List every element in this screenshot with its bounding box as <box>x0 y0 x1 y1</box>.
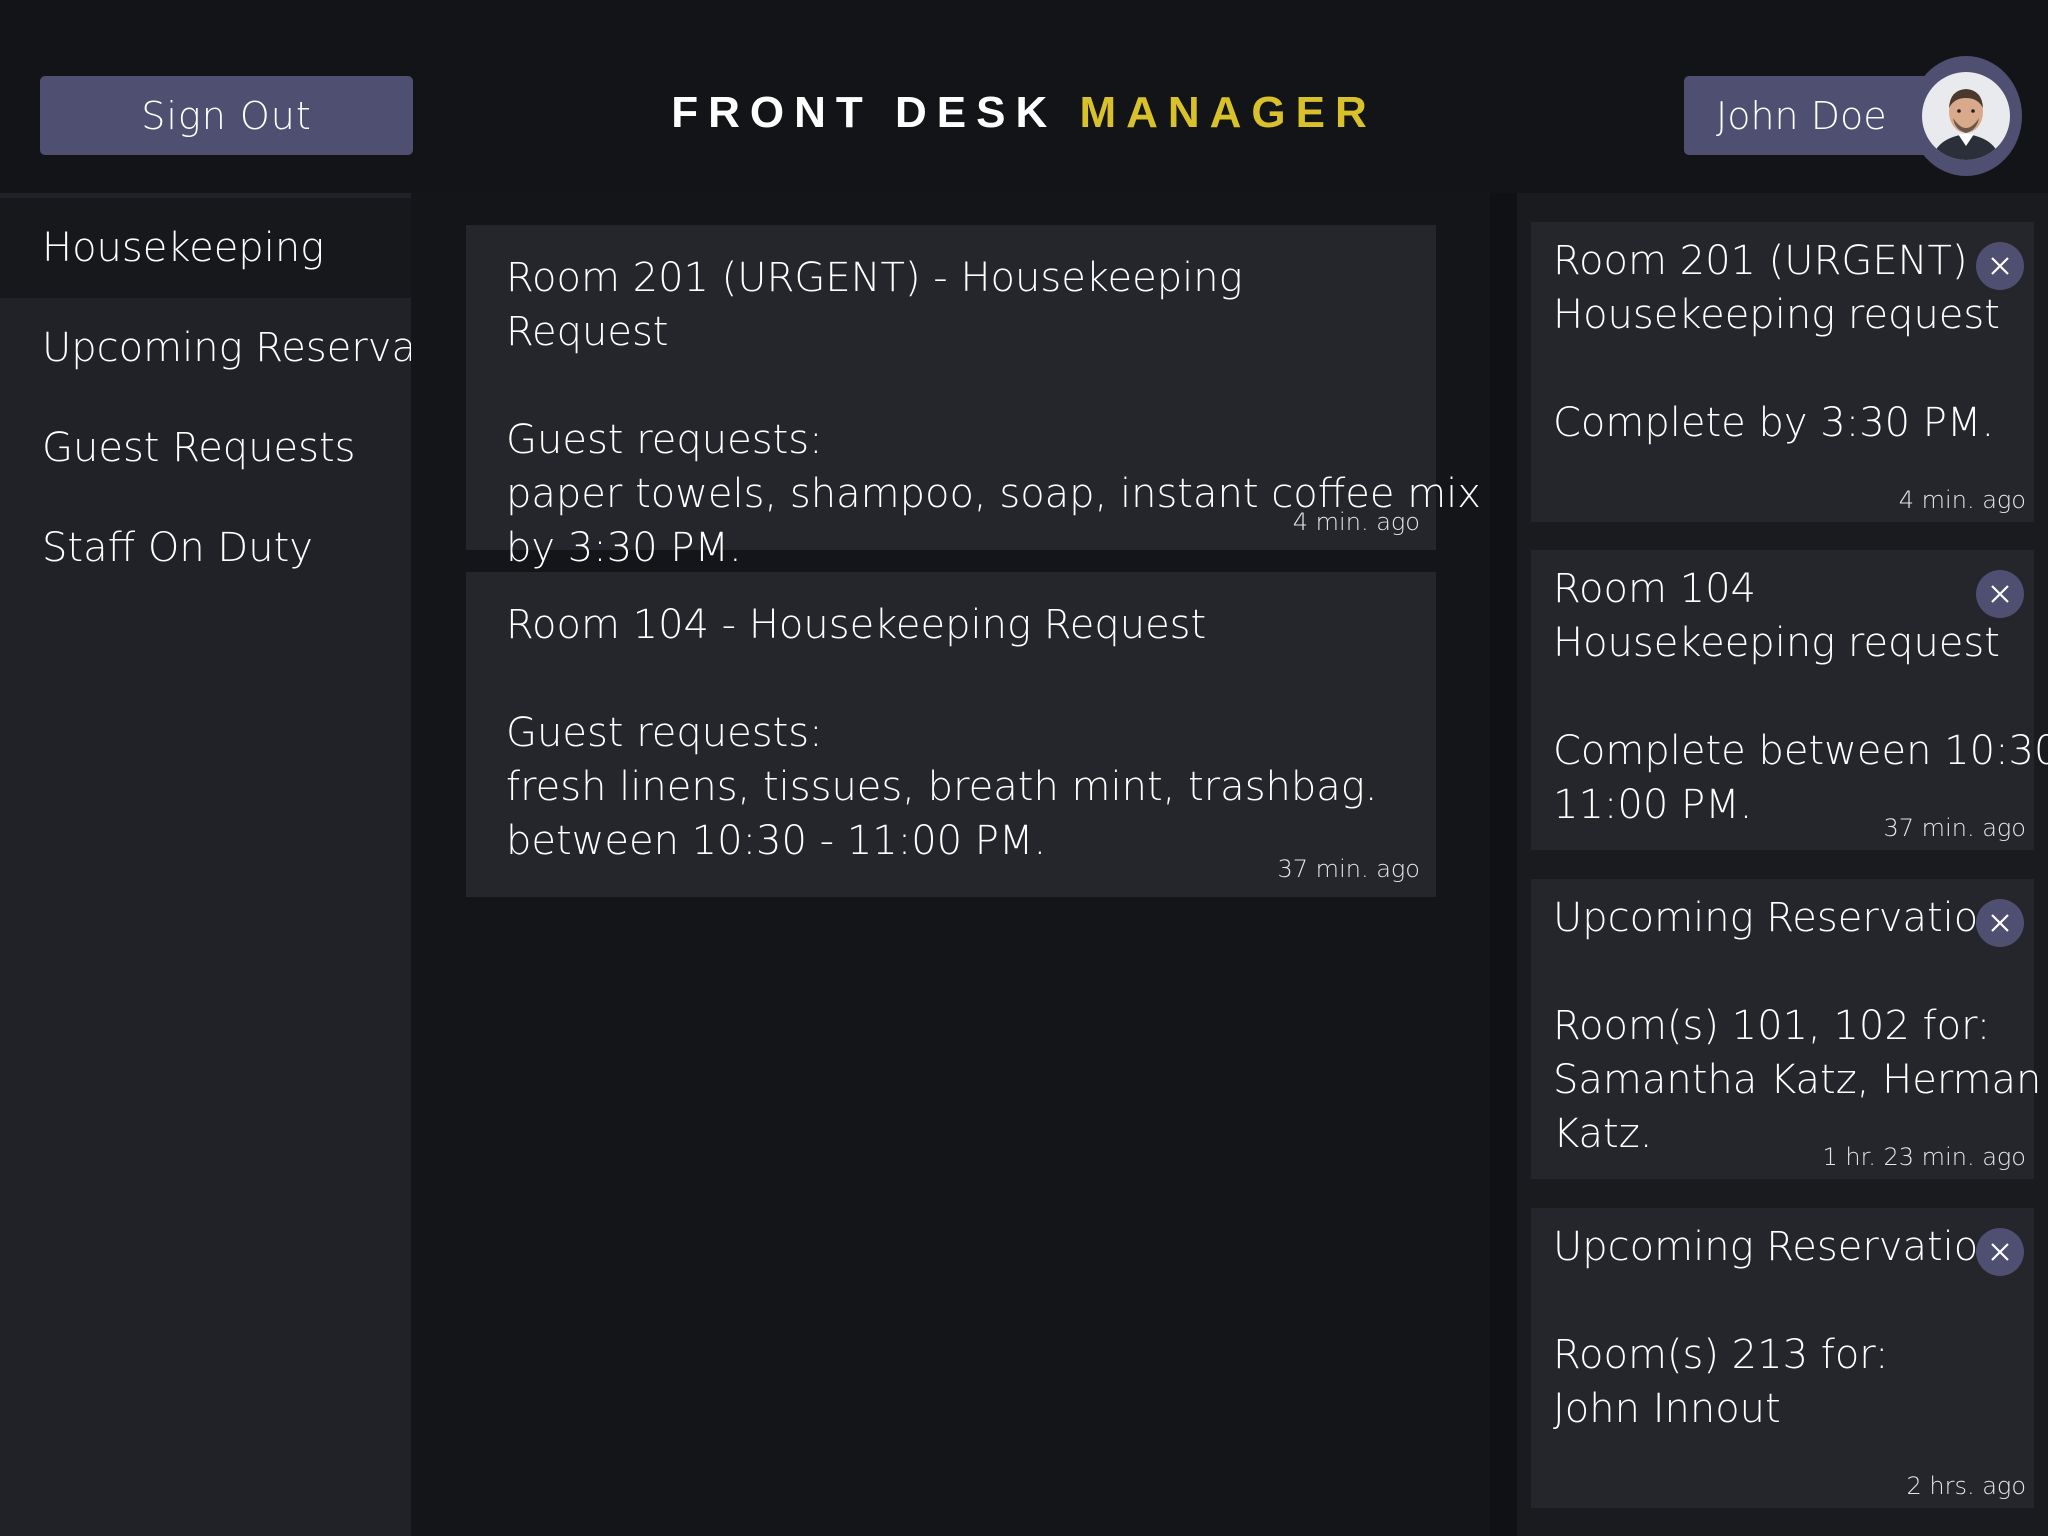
notification-card[interactable]: Upcoming Reservation Room(s) 213 for: Jo… <box>1531 1208 2034 1508</box>
notification-timestamp: 1 hr. 23 min. ago <box>1822 1143 2026 1171</box>
sidebar: Housekeeping Upcoming Reserva... Guest R… <box>0 193 411 1536</box>
request-line: paper towels, shampoo, soap, instant cof… <box>506 471 1481 517</box>
notification-spacer <box>1553 342 2014 396</box>
notification-card[interactable]: Upcoming Reservation Room(s) 101, 102 fo… <box>1531 879 2042 1179</box>
app-title-part2: MANAGER <box>1079 88 1377 137</box>
request-timestamp: 4 min. ago <box>1292 508 1420 536</box>
notification-line: John Innout <box>1553 1386 1781 1432</box>
request-line: Guest requests: <box>506 710 823 756</box>
notification-line: Room 104 <box>1553 566 1756 612</box>
notification-text: Upcoming Reservation Room(s) 213 for: Jo… <box>1553 1220 2014 1436</box>
notifications-panel: Room 201 (URGENT) Housekeeping request C… <box>1517 193 2048 1536</box>
notification-text: Room 201 (URGENT) Housekeeping request C… <box>1553 234 2014 450</box>
notification-line: Room(s) 101, 102 for: <box>1553 1003 1991 1049</box>
dismiss-button[interactable] <box>1976 1228 2024 1276</box>
request-line: fresh linens, tissues, breath mint, tras… <box>506 764 1378 810</box>
user-name: John Doe <box>1716 93 1887 138</box>
sidebar-item-guest-requests[interactable]: Guest Requests <box>0 398 411 498</box>
request-line: between 10:30 - 11:00 PM. <box>506 818 1047 864</box>
notification-timestamp: 4 min. ago <box>1898 486 2026 514</box>
sidebar-item-housekeeping[interactable]: Housekeeping <box>0 198 411 298</box>
dismiss-button[interactable] <box>1976 242 2024 290</box>
notification-card[interactable]: Room 201 (URGENT) Housekeeping request C… <box>1531 222 2034 522</box>
notification-card[interactable]: Room 104 Housekeeping request Complete b… <box>1531 550 2048 850</box>
notification-timestamp: 2 hrs. ago <box>1906 1472 2026 1500</box>
notification-line: Upcoming Reservation <box>1553 895 2004 941</box>
notification-line: Housekeeping request <box>1553 292 2000 338</box>
notification-line: Complete between 10:30- <box>1553 728 2048 774</box>
dismiss-button[interactable] <box>1976 570 2024 618</box>
close-icon <box>1991 257 2009 275</box>
request-title: Room 104 - Housekeeping Request <box>506 602 1207 648</box>
sidebar-item-staff-on-duty[interactable]: Staff On Duty <box>0 498 411 598</box>
notification-spacer <box>1553 670 2014 724</box>
request-body: Guest requests: paper towels, shampoo, s… <box>506 413 1481 575</box>
sidebar-item-upcoming-reservations[interactable]: Upcoming Reserva... <box>0 298 411 398</box>
dismiss-button[interactable] <box>1976 899 2024 947</box>
request-timestamp: 37 min. ago <box>1277 855 1420 883</box>
main-content: Room 201 (URGENT) - Housekeeping Request… <box>411 193 1490 1536</box>
notification-line: Room(s) 213 for: <box>1553 1332 1889 1378</box>
top-bar: Sign Out FRONT DESK MANAGER John Doe <box>0 0 2048 193</box>
notification-spacer <box>1553 945 2014 999</box>
close-icon <box>1991 585 2009 603</box>
request-line: by 3:30 PM. <box>506 525 742 571</box>
sidebar-item-label: Staff On Duty <box>42 525 313 571</box>
column-divider <box>1490 193 1517 1536</box>
request-body: Guest requests: fresh linens, tissues, b… <box>506 706 1396 868</box>
sidebar-item-label: Upcoming Reserva... <box>42 325 411 371</box>
notification-timestamp: 37 min. ago <box>1883 814 2026 842</box>
sidebar-item-label: Housekeeping <box>42 225 325 271</box>
app-title-part1: FRONT DESK <box>671 88 1058 137</box>
user-menu-button[interactable]: John Doe <box>1684 76 1944 155</box>
sidebar-item-label: Guest Requests <box>42 425 356 471</box>
avatar-icon <box>1922 72 2010 160</box>
request-title: Room 201 (URGENT) - Housekeeping Request <box>506 255 1243 355</box>
request-card[interactable]: Room 201 (URGENT) - Housekeeping Request… <box>466 225 1481 571</box>
close-icon <box>1991 1243 2009 1261</box>
close-icon <box>1991 914 2009 932</box>
notification-line: Housekeeping request <box>1553 620 2000 666</box>
notification-line: Complete by 3:30 PM. <box>1553 400 1995 446</box>
notification-line: Samantha Katz, Herman <box>1553 1057 2042 1103</box>
notification-text: Room 104 Housekeeping request Complete b… <box>1553 562 2048 832</box>
notification-line: Upcoming Reservation <box>1553 1224 2004 1270</box>
request-card[interactable]: Room 104 - Housekeeping Request Guest re… <box>466 572 1436 897</box>
notification-text: Upcoming Reservation Room(s) 101, 102 fo… <box>1553 891 2042 1161</box>
user-avatar[interactable] <box>1910 56 2022 176</box>
notification-line: Room 201 (URGENT) <box>1553 238 1968 284</box>
notification-spacer <box>1553 1274 2014 1328</box>
request-line: Guest requests: <box>506 417 823 463</box>
